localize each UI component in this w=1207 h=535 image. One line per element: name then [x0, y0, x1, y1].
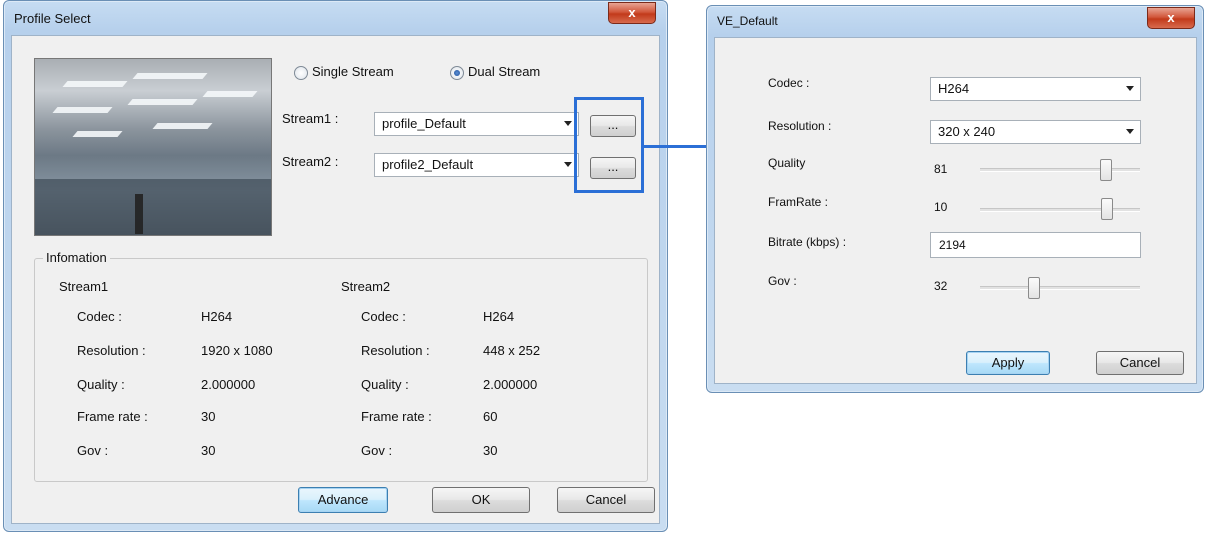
stream1-profile-value: profile_Default — [382, 116, 466, 131]
info-label: Quality : — [361, 377, 409, 392]
framerate-value: 10 — [934, 200, 948, 214]
framerate-label: FramRate : — [768, 195, 829, 209]
info-value: 30 — [201, 409, 216, 424]
browse-buttons-highlight — [574, 97, 644, 193]
apply-button[interactable]: Apply — [966, 351, 1050, 375]
codec-value: H264 — [938, 81, 970, 96]
quality-slider-thumb[interactable] — [1100, 159, 1112, 181]
framerate-slider-thumb[interactable] — [1101, 198, 1113, 220]
title-bar: Profile Select x — [4, 1, 667, 33]
codec-select[interactable]: H264 — [930, 77, 1141, 101]
resolution-value: 320 x 240 — [938, 124, 996, 139]
person-figure — [135, 194, 143, 234]
stream1-label: Stream1 : — [282, 111, 339, 126]
dual-stream-label: Dual Stream — [468, 64, 541, 79]
resolution-label: Resolution : — [768, 119, 832, 133]
title-bar: VE_Default x — [707, 6, 1203, 38]
info-value: H264 — [483, 309, 515, 324]
chevron-down-icon — [1126, 129, 1134, 134]
stream2-profile-select[interactable]: profile2_Default — [374, 153, 579, 177]
bitrate-label: Bitrate (kbps) : — [768, 235, 847, 249]
stream2-profile-value: profile2_Default — [382, 157, 474, 172]
window-title: Profile Select — [14, 11, 91, 26]
info-label: Frame rate : — [361, 409, 432, 424]
info-value: 30 — [201, 443, 216, 458]
chevron-down-icon — [1126, 86, 1134, 91]
single-stream-label: Single Stream — [312, 64, 394, 79]
ok-button[interactable]: OK — [432, 487, 530, 513]
ceiling-light — [132, 73, 208, 79]
gov-value: 32 — [934, 279, 948, 293]
quality-value: 81 — [934, 162, 948, 176]
window-title: VE_Default — [717, 14, 778, 28]
advance-button[interactable]: Advance — [298, 487, 388, 513]
info-value: H264 — [201, 309, 233, 324]
gov-label: Gov : — [768, 274, 797, 288]
dual-stream-radio[interactable] — [450, 66, 464, 80]
gov-slider-track[interactable] — [980, 286, 1140, 290]
info-label: Resolution : — [77, 343, 146, 358]
info-label: Resolution : — [361, 343, 430, 358]
cancel-button[interactable]: Cancel — [557, 487, 655, 513]
info-label: Frame rate : — [77, 409, 148, 424]
info-label: Codec : — [77, 309, 122, 324]
resolution-select[interactable]: 320 x 240 — [930, 120, 1141, 144]
ceiling-light — [72, 131, 123, 137]
quality-label: Quality — [768, 156, 806, 170]
ceiling-light — [202, 91, 258, 97]
info-value: 60 — [483, 409, 498, 424]
close-button[interactable]: x — [608, 2, 656, 24]
bitrate-value: 2194 — [939, 238, 966, 252]
profile-select-window: Profile Select x Single Stream Dual Stre… — [3, 0, 668, 532]
cancel-button[interactable]: Cancel — [1096, 351, 1184, 375]
stream2-label: Stream2 : — [282, 154, 339, 169]
gov-slider-thumb[interactable] — [1028, 277, 1040, 299]
close-button[interactable]: x — [1147, 7, 1195, 29]
dialog-body: Single Stream Dual Stream Stream1 : prof… — [11, 35, 660, 524]
info-value: 30 — [483, 443, 498, 458]
chevron-down-icon — [564, 162, 572, 167]
info-label: Gov : — [361, 443, 393, 458]
single-stream-radio[interactable] — [294, 66, 308, 80]
quality-slider-track[interactable] — [980, 168, 1140, 172]
office-desks — [35, 179, 271, 235]
stream1-info-heading: Stream1 — [59, 279, 109, 294]
chevron-down-icon — [564, 121, 572, 126]
information-group-title: Infomation — [43, 250, 110, 265]
framerate-slider-track[interactable] — [980, 208, 1140, 212]
ceiling-light — [127, 99, 198, 105]
bitrate-input[interactable]: 2194 — [930, 232, 1141, 258]
info-value: 2.000000 — [483, 377, 538, 392]
info-label: Codec : — [361, 309, 406, 324]
info-value: 448 x 252 — [483, 343, 541, 358]
ve-default-window: VE_Default x Codec : H264 Resolution : 3… — [706, 5, 1204, 393]
stream2-info-heading: Stream2 — [341, 279, 391, 294]
codec-label: Codec : — [768, 76, 810, 90]
ceiling-light — [52, 107, 113, 113]
info-label: Gov : — [77, 443, 109, 458]
information-group: Infomation Stream1 Codec : H264 Resoluti… — [34, 250, 648, 482]
ceiling-light — [152, 123, 213, 129]
camera-preview — [34, 58, 272, 236]
ceiling-light — [62, 81, 128, 87]
info-value: 2.000000 — [201, 377, 256, 392]
info-value: 1920 x 1080 — [201, 343, 273, 358]
stream1-profile-select[interactable]: profile_Default — [374, 112, 579, 136]
info-label: Quality : — [77, 377, 125, 392]
dialog-body: Codec : H264 Resolution : 320 x 240 Qual… — [714, 37, 1197, 384]
